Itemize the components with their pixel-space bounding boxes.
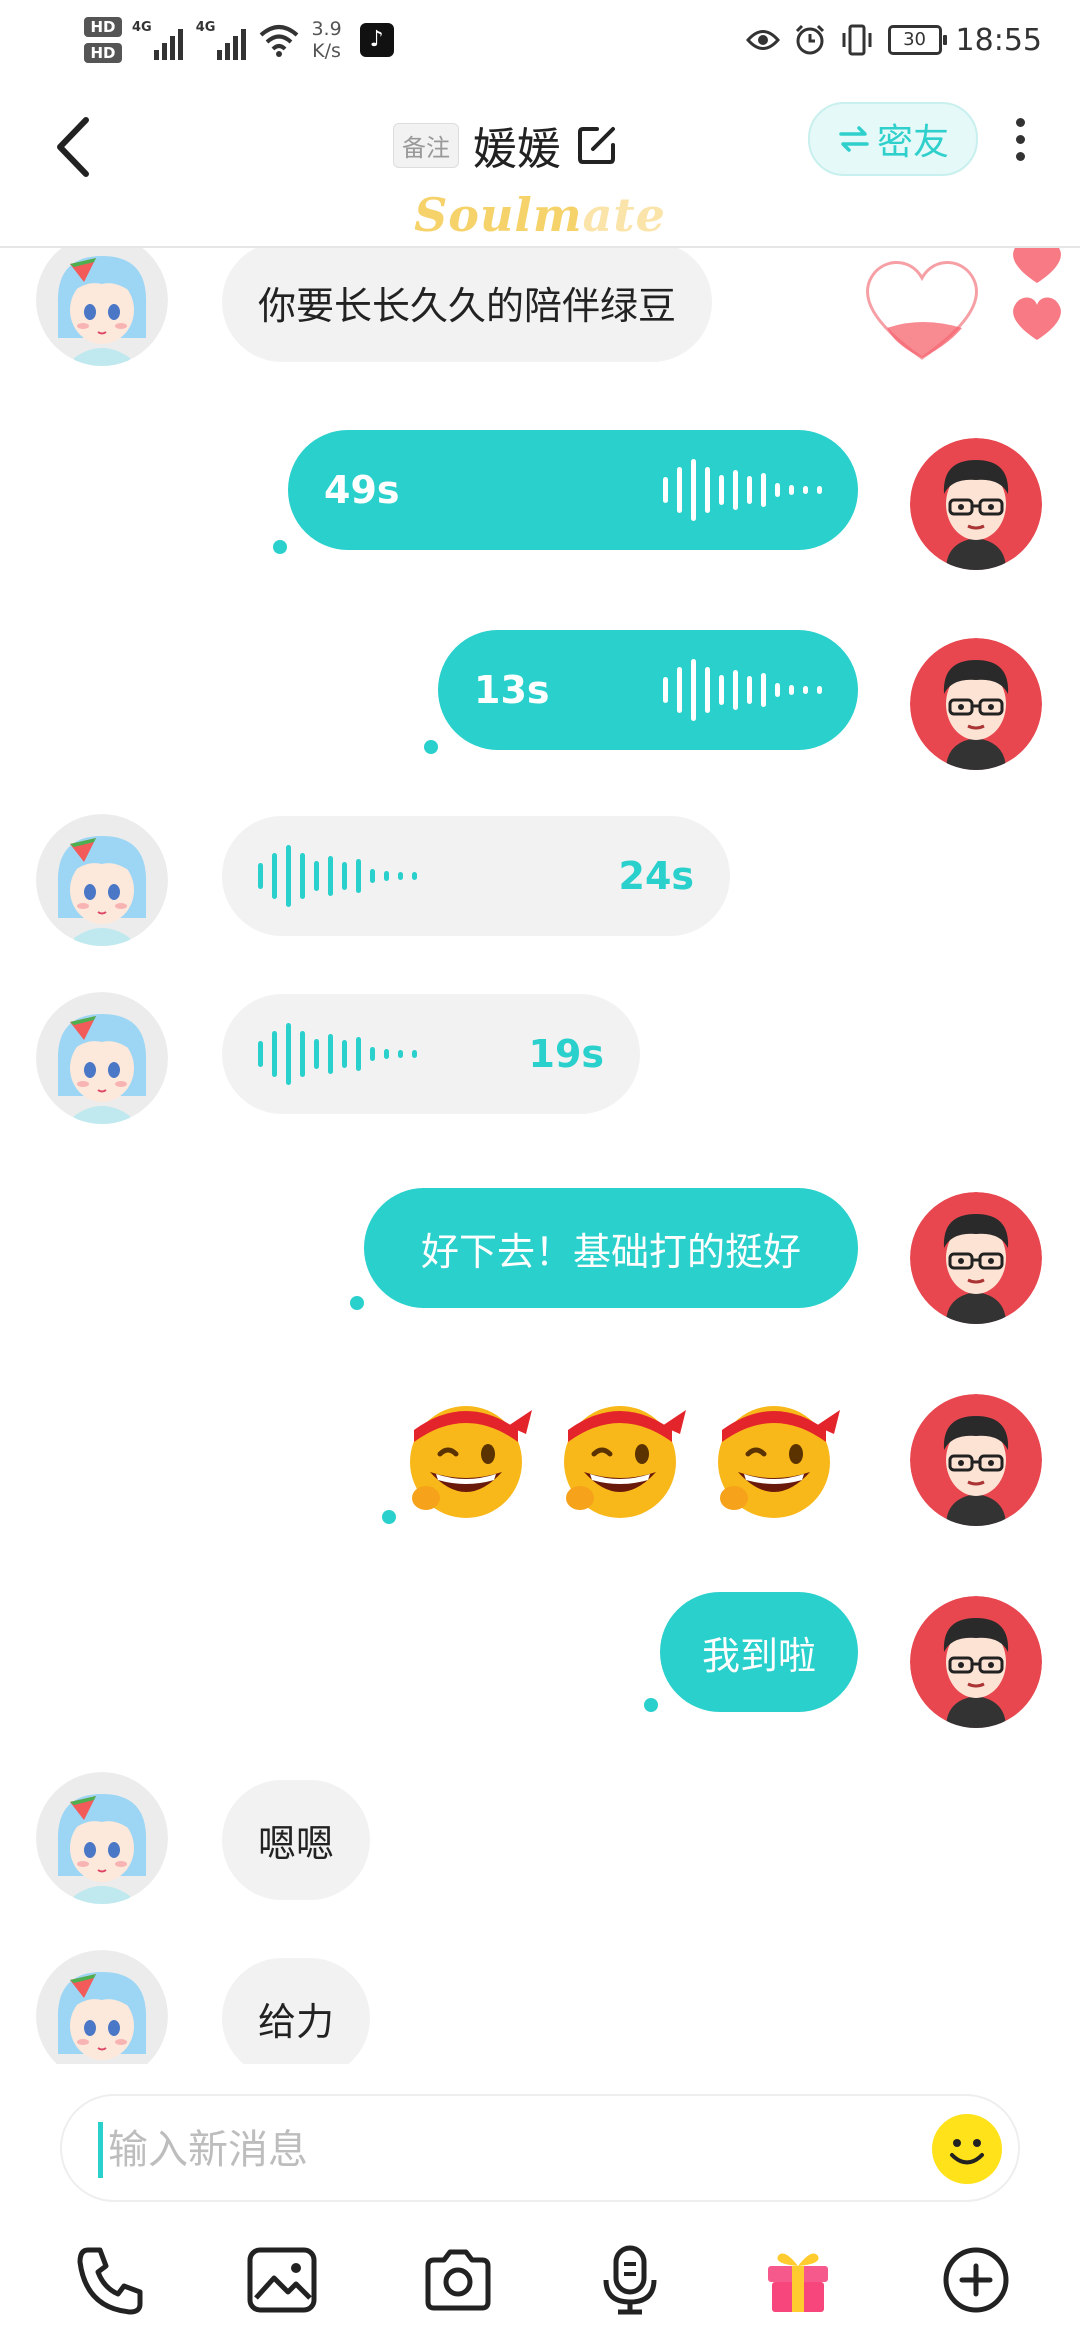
sent-status-dot (644, 1698, 658, 1712)
hearts-decoration-icon (866, 248, 1061, 360)
voice-duration: 24s (618, 854, 695, 898)
voice-message-incoming[interactable]: 24s (222, 816, 730, 936)
message-input[interactable] (106, 2116, 910, 2184)
my-avatar[interactable] (910, 638, 1042, 770)
voice-duration: 49s (324, 468, 400, 512)
winking-face-headband-icon[interactable] (704, 1384, 844, 1524)
voice-message-outgoing[interactable]: 49s (288, 430, 858, 550)
close-friend-label: 密友 (876, 122, 949, 163)
emoji-picker-icon[interactable] (930, 2112, 1004, 2186)
signal-icon-2: 4G (196, 20, 250, 60)
my-avatar[interactable] (910, 1596, 1042, 1728)
message-text: 嗯嗯 (258, 1821, 335, 1866)
message-text: 好下去！基础打的挺好 (420, 1229, 801, 1274)
alarm-icon (795, 24, 824, 55)
image-icon[interactable] (242, 2240, 322, 2320)
tiktok-icon: ♪ (359, 23, 394, 57)
contact-avatar[interactable] (36, 814, 168, 946)
back-arrow-icon[interactable] (44, 102, 104, 192)
sent-status-dot (424, 740, 438, 754)
contact-avatar[interactable] (36, 992, 168, 1124)
voice-message-outgoing[interactable]: 13s (438, 630, 858, 750)
camera-icon[interactable] (418, 2240, 498, 2320)
phone-icon[interactable] (70, 2240, 150, 2320)
my-avatar[interactable] (910, 1394, 1042, 1526)
switch-arrows-icon (839, 126, 869, 152)
message-bubble-outgoing[interactable]: 好下去！基础打的挺好 (364, 1188, 858, 1308)
edit-icon[interactable] (575, 123, 619, 167)
signal-icon-1: 4G (132, 20, 186, 60)
message-bubble-incoming[interactable]: 嗯嗯 (222, 1780, 371, 1900)
contact-avatar[interactable] (36, 1772, 168, 1904)
voice-icon[interactable] (590, 2240, 670, 2320)
chat-title-area[interactable]: 备注 媛媛 (393, 110, 619, 180)
vibrate-icon (842, 24, 872, 56)
voice-message-incoming[interactable]: 19s (222, 994, 640, 1114)
voice-duration: 13s (474, 668, 550, 712)
remark-tag[interactable]: 备注 (393, 122, 459, 168)
hd-badge-1: HD (84, 17, 122, 37)
contact-avatar[interactable] (36, 248, 168, 366)
message-text: 我到啦 (701, 1633, 816, 1678)
message-text: 你要长长久久的陪伴绿豆 (258, 283, 677, 328)
hd-badge-2: HD (84, 43, 122, 63)
plus-icon[interactable] (936, 2240, 1016, 2320)
winking-face-headband-icon[interactable] (396, 1384, 536, 1524)
battery-icon: 30 (887, 25, 947, 55)
voice-duration: 19s (528, 1032, 605, 1076)
my-avatar[interactable] (910, 1192, 1042, 1324)
wifi-icon (260, 25, 299, 57)
sent-status-dot (350, 1296, 364, 1310)
my-avatar[interactable] (910, 438, 1042, 570)
close-friend-button[interactable]: 密友 (808, 102, 978, 176)
sent-status-dot (273, 540, 287, 554)
text-caret (98, 2122, 103, 2178)
message-bubble-incoming[interactable]: 你要长长久久的陪伴绿豆 (222, 248, 713, 362)
page-title: 媛媛 (473, 124, 561, 175)
message-text: 给力 (258, 1999, 335, 2044)
contact-avatar[interactable] (36, 1950, 168, 2064)
message-bubble-outgoing[interactable]: 我到啦 (660, 1592, 858, 1712)
message-input-box[interactable] (60, 2094, 1020, 2202)
sent-status-dot (382, 1510, 396, 1524)
more-menu-icon[interactable] (1000, 110, 1040, 180)
chat-toolbar (0, 2220, 1080, 2330)
gift-icon[interactable] (758, 2240, 838, 2320)
soulmate-logo: Soulmate (414, 188, 666, 242)
message-bubble-incoming[interactable]: 给力 (222, 1958, 371, 2064)
network-speed: 3.9 K/s (311, 18, 342, 62)
winking-face-headband-icon[interactable] (550, 1384, 690, 1524)
eye-icon (745, 30, 780, 50)
clock: 18:55 (955, 22, 1042, 58)
message-list[interactable]: 你要长长久久的陪伴绿豆 49s 13s 24s 19s 好下去！基础打的挺好 我… (0, 248, 1080, 2064)
voice-wave-icon (663, 450, 822, 530)
voice-wave-icon (663, 650, 822, 730)
status-bar: HD HD 4G 4G 3.9 K/s ♪ 30 18:55 (0, 0, 1080, 80)
voice-wave-icon (258, 1014, 417, 1094)
chat-header: 备注 媛媛 密友 Soulmate (0, 80, 1080, 248)
voice-wave-icon (258, 836, 417, 916)
